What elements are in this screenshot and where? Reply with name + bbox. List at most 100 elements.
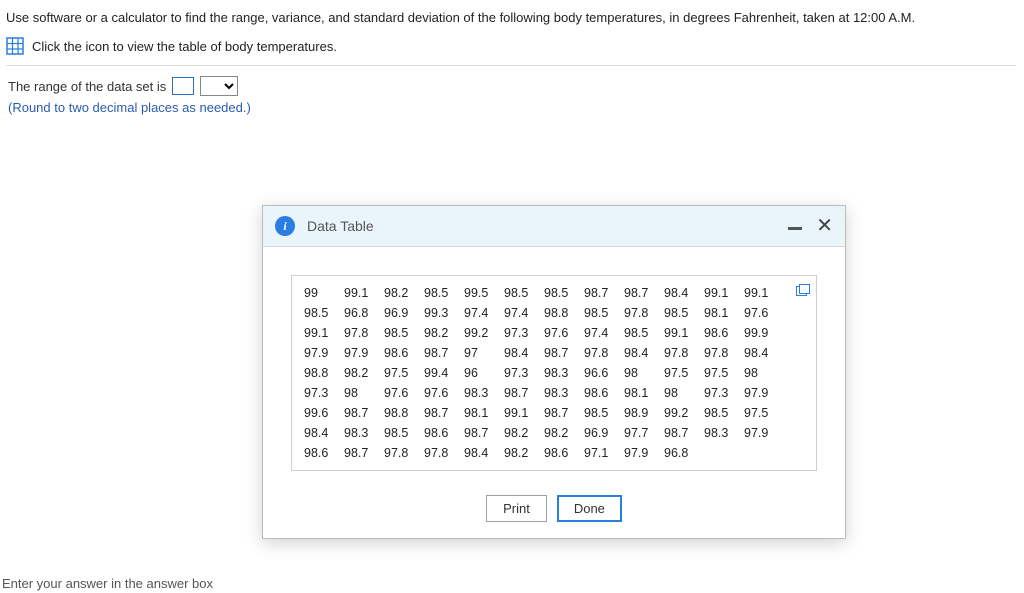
divider xyxy=(6,65,1016,66)
data-cell: 98.5 xyxy=(704,404,744,422)
data-cell: 98.7 xyxy=(344,444,384,462)
data-cell: 98.5 xyxy=(384,324,424,342)
print-button[interactable]: Print xyxy=(486,495,547,522)
data-cell: 97.8 xyxy=(704,344,744,362)
data-cell: 98.4 xyxy=(304,424,344,442)
data-row: 97.997.998.698.79798.498.797.898.497.897… xyxy=(304,344,806,362)
data-cell: 98.1 xyxy=(704,304,744,322)
data-cell: 97.1 xyxy=(584,444,624,462)
minimize-icon[interactable] xyxy=(788,227,802,230)
data-cell: 99.2 xyxy=(664,404,704,422)
data-cell: 97.9 xyxy=(744,384,784,402)
answer-prefix: The range of the data set is xyxy=(8,79,166,94)
data-cell: 97.5 xyxy=(384,364,424,382)
data-cell: 98.2 xyxy=(344,364,384,382)
data-row: 98.898.297.599.49697.398.396.69897.597.5… xyxy=(304,364,806,382)
table-icon[interactable] xyxy=(6,37,24,55)
data-cell: 96.8 xyxy=(344,304,384,322)
data-cell: 97.6 xyxy=(384,384,424,402)
data-row: 98.698.797.897.898.498.298.697.197.996.8 xyxy=(304,444,806,462)
info-icon: i xyxy=(275,216,295,236)
data-cell: 99.1 xyxy=(664,324,704,342)
data-cell: 98.7 xyxy=(544,344,584,362)
data-cell: 97.8 xyxy=(624,304,664,322)
data-cell: 98.6 xyxy=(304,444,344,462)
data-cell: 97.4 xyxy=(584,324,624,342)
data-cell: 98.7 xyxy=(344,404,384,422)
done-button[interactable]: Done xyxy=(557,495,622,522)
data-cell: 98 xyxy=(664,384,704,402)
data-row: 98.596.896.999.397.497.498.898.597.898.5… xyxy=(304,304,806,322)
data-cell: 98.5 xyxy=(584,404,624,422)
data-cell: 99 xyxy=(304,284,344,302)
data-cell: 97.8 xyxy=(384,444,424,462)
data-cell: 98.8 xyxy=(304,364,344,382)
data-cell: 96.6 xyxy=(584,364,624,382)
data-cell: 98.1 xyxy=(624,384,664,402)
data-cell: 99.1 xyxy=(744,284,784,302)
data-cell: 99.1 xyxy=(304,324,344,342)
data-cell: 98.7 xyxy=(504,384,544,402)
data-cell: 98.9 xyxy=(624,404,664,422)
data-cell: 98.4 xyxy=(504,344,544,362)
data-cell: 99.1 xyxy=(504,404,544,422)
data-cell: 97.3 xyxy=(504,364,544,382)
rounding-hint: (Round to two decimal places as needed.) xyxy=(6,100,1016,115)
data-cell: 98.3 xyxy=(544,364,584,382)
data-cell: 98.3 xyxy=(544,384,584,402)
data-cell: 97.6 xyxy=(744,304,784,322)
data-cell: 99.4 xyxy=(424,364,464,382)
data-cell: 97.9 xyxy=(744,424,784,442)
data-cell: 98.4 xyxy=(464,444,504,462)
data-cell: 96.9 xyxy=(384,304,424,322)
data-cell: 99.9 xyxy=(744,324,784,342)
range-input[interactable] xyxy=(172,77,194,95)
data-cell: 97.8 xyxy=(664,344,704,362)
data-cell: 96.9 xyxy=(584,424,624,442)
data-cell: 98.5 xyxy=(504,284,544,302)
data-cell: 96.8 xyxy=(664,444,704,462)
data-cell: 99.2 xyxy=(464,324,504,342)
data-cell: 98.7 xyxy=(464,424,504,442)
data-cell: 97.8 xyxy=(584,344,624,362)
data-cell: 98.6 xyxy=(384,344,424,362)
data-cell: 97.7 xyxy=(624,424,664,442)
copy-icon[interactable] xyxy=(796,284,810,296)
data-cell: 97.9 xyxy=(624,444,664,462)
data-cell: 98.5 xyxy=(544,284,584,302)
data-cell: 98.3 xyxy=(344,424,384,442)
data-cell: 98.7 xyxy=(584,284,624,302)
data-cell: 98.3 xyxy=(704,424,744,442)
modal-title: Data Table xyxy=(307,218,788,234)
data-cell: 98.7 xyxy=(664,424,704,442)
data-cell: 97.8 xyxy=(424,444,464,462)
data-cell: 98.6 xyxy=(704,324,744,342)
unit-select[interactable] xyxy=(200,76,238,96)
data-row: 98.498.398.598.698.798.298.296.997.798.7… xyxy=(304,424,806,442)
data-cell: 97.8 xyxy=(344,324,384,342)
data-cell: 97.4 xyxy=(464,304,504,322)
footer-instruction: Enter your answer in the answer box xyxy=(0,574,213,593)
data-box: 9999.198.298.599.598.598.598.798.798.499… xyxy=(291,275,817,471)
data-cell: 97.5 xyxy=(664,364,704,382)
data-cell: 98.5 xyxy=(624,324,664,342)
data-cell: 99.5 xyxy=(464,284,504,302)
data-cell: 98.6 xyxy=(544,444,584,462)
data-cell: 98.4 xyxy=(624,344,664,362)
data-cell: 98.2 xyxy=(504,444,544,462)
close-icon[interactable]: ✕ xyxy=(816,219,833,233)
data-cell: 98.8 xyxy=(544,304,584,322)
data-cell: 99.1 xyxy=(704,284,744,302)
data-cell: 98.3 xyxy=(464,384,504,402)
data-cell: 98.6 xyxy=(424,424,464,442)
data-cell: 97.9 xyxy=(344,344,384,362)
data-grid: 9999.198.298.599.598.598.598.798.798.499… xyxy=(304,284,806,462)
data-row: 97.39897.697.698.398.798.398.698.19897.3… xyxy=(304,384,806,402)
data-cell: 98.5 xyxy=(424,284,464,302)
data-cell: 98 xyxy=(344,384,384,402)
data-cell: 98.7 xyxy=(424,404,464,422)
data-cell: 97.6 xyxy=(424,384,464,402)
data-cell: 99.1 xyxy=(344,284,384,302)
data-cell: 98.7 xyxy=(544,404,584,422)
icon-instruction: Click the icon to view the table of body… xyxy=(32,39,337,54)
